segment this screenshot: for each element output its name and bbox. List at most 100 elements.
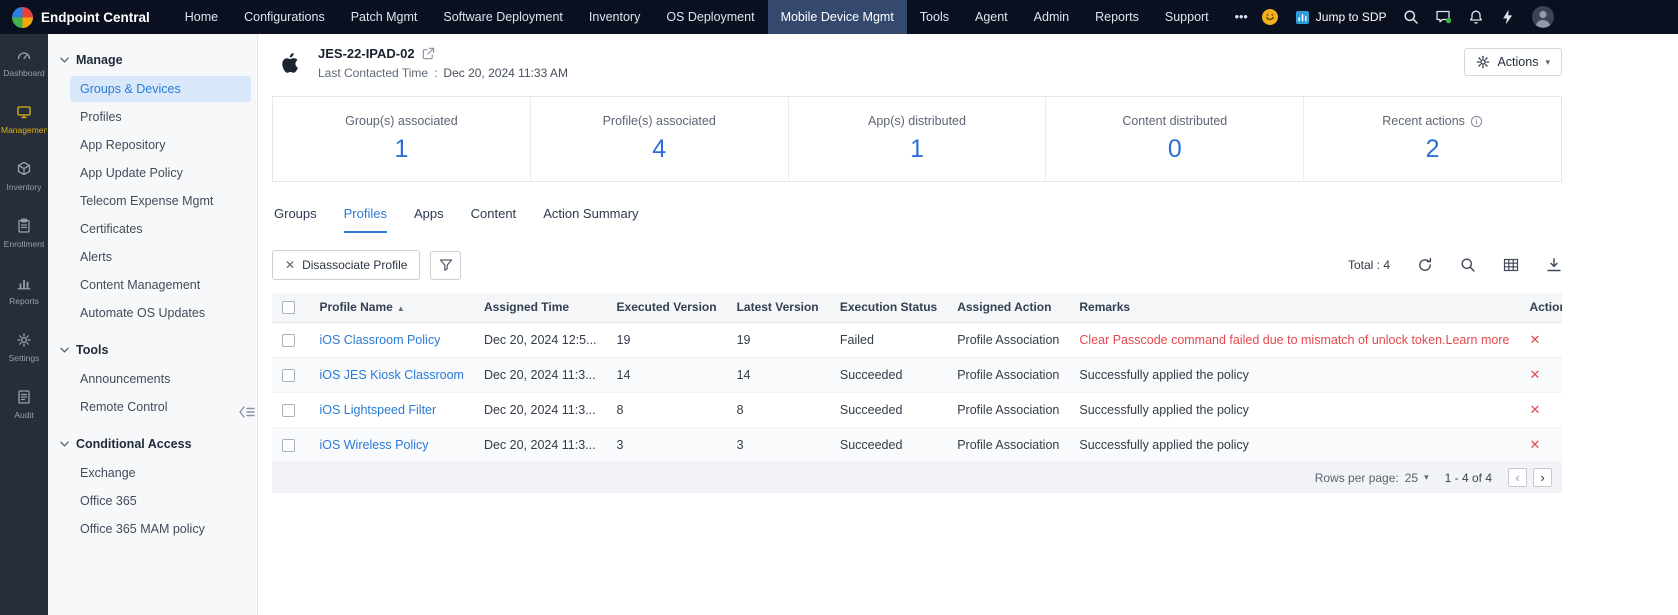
col-latest-version[interactable]: Latest Version xyxy=(727,293,830,322)
sidebar-item-exchange[interactable]: Exchange xyxy=(70,460,251,486)
rail-item-reports[interactable]: Reports xyxy=(0,262,48,319)
nav-patch-mgmt[interactable]: Patch Mgmt xyxy=(338,0,431,34)
management-icon xyxy=(16,104,32,120)
nav-software-deployment[interactable]: Software Deployment xyxy=(430,0,576,34)
rail-item-settings[interactable]: Settings xyxy=(0,319,48,376)
actions-label: Actions xyxy=(1497,55,1538,69)
sidebar-item-office-365-mam-policy[interactable]: Office 365 MAM policy xyxy=(70,516,251,542)
latest-version-cell: 8 xyxy=(727,392,830,427)
profile-name-link[interactable]: iOS Lightspeed Filter xyxy=(319,403,436,417)
rail-item-audit[interactable]: Audit xyxy=(0,376,48,433)
nav-agent[interactable]: Agent xyxy=(962,0,1021,34)
section-conditional-access[interactable]: Conditional Access xyxy=(48,428,257,460)
rail-item-management[interactable]: Management xyxy=(0,91,48,148)
search-icon[interactable] xyxy=(1403,9,1419,25)
rows-per-page-select[interactable]: Rows per page: 25 ▾ xyxy=(1315,471,1429,485)
tab-apps[interactable]: Apps xyxy=(414,206,444,233)
download-icon[interactable] xyxy=(1546,257,1562,273)
sidebar-item-app-update-policy[interactable]: App Update Policy xyxy=(70,160,251,186)
row-checkbox[interactable] xyxy=(282,334,295,347)
col-assigned-time[interactable]: Assigned Time xyxy=(474,293,607,322)
jump-to-sdp-button[interactable]: Jump to SDP xyxy=(1295,10,1387,25)
remove-profile-icon[interactable]: ✕ xyxy=(1529,367,1540,382)
select-all-checkbox[interactable] xyxy=(282,301,295,314)
remove-profile-icon[interactable]: ✕ xyxy=(1529,332,1540,347)
nav-tools[interactable]: Tools xyxy=(907,0,962,34)
nav-os-deployment[interactable]: OS Deployment xyxy=(653,0,767,34)
previous-page-button[interactable]: ‹ xyxy=(1508,468,1527,487)
remove-profile-icon[interactable]: ✕ xyxy=(1529,402,1540,417)
nav-home[interactable]: Home xyxy=(172,0,231,34)
sidebar-item-office-365[interactable]: Office 365 xyxy=(70,488,251,514)
sidebar-item-remote-control[interactable]: Remote Control xyxy=(70,394,251,420)
assistant-icon[interactable] xyxy=(1261,8,1279,26)
sidebar-item-alerts[interactable]: Alerts xyxy=(70,244,251,270)
user-avatar[interactable] xyxy=(1531,5,1555,29)
row-checkbox[interactable] xyxy=(282,439,295,452)
row-checkbox[interactable] xyxy=(282,369,295,382)
disassociate-profile-button[interactable]: ✕ Disassociate Profile xyxy=(272,250,420,280)
sidebar-collapse-icon[interactable] xyxy=(238,405,256,419)
tab-action-summary[interactable]: Action Summary xyxy=(543,206,638,233)
profile-name-link[interactable]: iOS JES Kiosk Classroom xyxy=(319,368,463,382)
chat-icon[interactable] xyxy=(1435,9,1452,25)
col-assigned-action[interactable]: Assigned Action xyxy=(947,293,1069,322)
stat-value[interactable]: 1 xyxy=(910,135,924,164)
stat-value[interactable]: 0 xyxy=(1168,135,1182,164)
stat-value[interactable]: 1 xyxy=(394,135,408,164)
sidebar-item-app-repository[interactable]: App Repository xyxy=(70,132,251,158)
stat-value[interactable]: 2 xyxy=(1426,135,1440,164)
nav-mobile-device-mgmt[interactable]: Mobile Device Mgmt xyxy=(768,0,907,34)
col-executed-version[interactable]: Executed Version xyxy=(607,293,727,322)
sidebar-item-groups-devices[interactable]: Groups & Devices xyxy=(70,76,251,102)
sidebar-item-telecom-expense-mgmt[interactable]: Telecom Expense Mgmt xyxy=(70,188,251,214)
nav-admin[interactable]: Admin xyxy=(1021,0,1082,34)
device-name-edit-icon[interactable] xyxy=(422,47,435,60)
search-icon[interactable] xyxy=(1460,257,1476,273)
nav-more-menu[interactable]: ••• xyxy=(1222,0,1261,34)
profile-name-link[interactable]: iOS Wireless Policy xyxy=(319,438,428,452)
col-remarks[interactable]: Remarks xyxy=(1069,293,1519,322)
rail-item-inventory[interactable]: Inventory xyxy=(0,148,48,205)
learn-more-link[interactable]: Learn more xyxy=(1446,333,1510,347)
next-page-button[interactable]: › xyxy=(1533,468,1552,487)
col-action: Action xyxy=(1519,293,1562,322)
nav-configurations[interactable]: Configurations xyxy=(231,0,338,34)
sidebar-item-announcements[interactable]: Announcements xyxy=(70,366,251,392)
notification-bell-icon[interactable] xyxy=(1468,9,1484,25)
sidebar-item-content-management[interactable]: Content Management xyxy=(70,272,251,298)
remove-profile-icon[interactable]: ✕ xyxy=(1529,437,1540,452)
tab-content[interactable]: Content xyxy=(471,206,517,233)
profile-name-link[interactable]: iOS Classroom Policy xyxy=(319,333,440,347)
sidebar-item-automate-os-updates[interactable]: Automate OS Updates xyxy=(70,300,251,326)
filter-button[interactable] xyxy=(430,251,461,280)
refresh-icon[interactable] xyxy=(1417,257,1433,273)
row-checkbox[interactable] xyxy=(282,404,295,417)
flash-icon[interactable] xyxy=(1500,9,1515,25)
rail-item-dashboard[interactable]: Dashboard xyxy=(0,34,48,91)
tab-profiles[interactable]: Profiles xyxy=(344,206,387,233)
section-manage[interactable]: Manage xyxy=(48,44,257,76)
nav-support[interactable]: Support xyxy=(1152,0,1222,34)
tab-groups[interactable]: Groups xyxy=(274,206,317,233)
remarks-cell: Successfully applied the policy xyxy=(1069,392,1519,427)
stat-label: App(s) distributed xyxy=(868,114,966,128)
brand[interactable]: Endpoint Central xyxy=(0,7,172,28)
stat-apps-distributed: App(s) distributed 1 xyxy=(788,97,1046,181)
device-detail-page: JES-22-IPAD-02 Last Contacted Time : Dec… xyxy=(258,34,1678,615)
actions-button[interactable]: Actions ▾ xyxy=(1464,48,1562,76)
nav-inventory[interactable]: Inventory xyxy=(576,0,653,34)
info-icon[interactable] xyxy=(1470,115,1483,128)
sidebar-item-certificates[interactable]: Certificates xyxy=(70,216,251,242)
stat-value[interactable]: 4 xyxy=(652,135,666,164)
col-profile-name[interactable]: Profile Name▲ xyxy=(309,293,473,322)
nav-reports[interactable]: Reports xyxy=(1082,0,1152,34)
column-chooser-icon[interactable] xyxy=(1503,257,1519,273)
funnel-icon xyxy=(439,258,453,272)
disassociate-profile-label: Disassociate Profile xyxy=(302,258,407,272)
rail-item-enrollment[interactable]: Enrollment xyxy=(0,205,48,262)
sidebar-item-profiles[interactable]: Profiles xyxy=(70,104,251,130)
device-header: JES-22-IPAD-02 Last Contacted Time : Dec… xyxy=(272,46,1562,80)
section-tools[interactable]: Tools xyxy=(48,334,257,366)
col-execution-status[interactable]: Execution Status xyxy=(830,293,947,322)
